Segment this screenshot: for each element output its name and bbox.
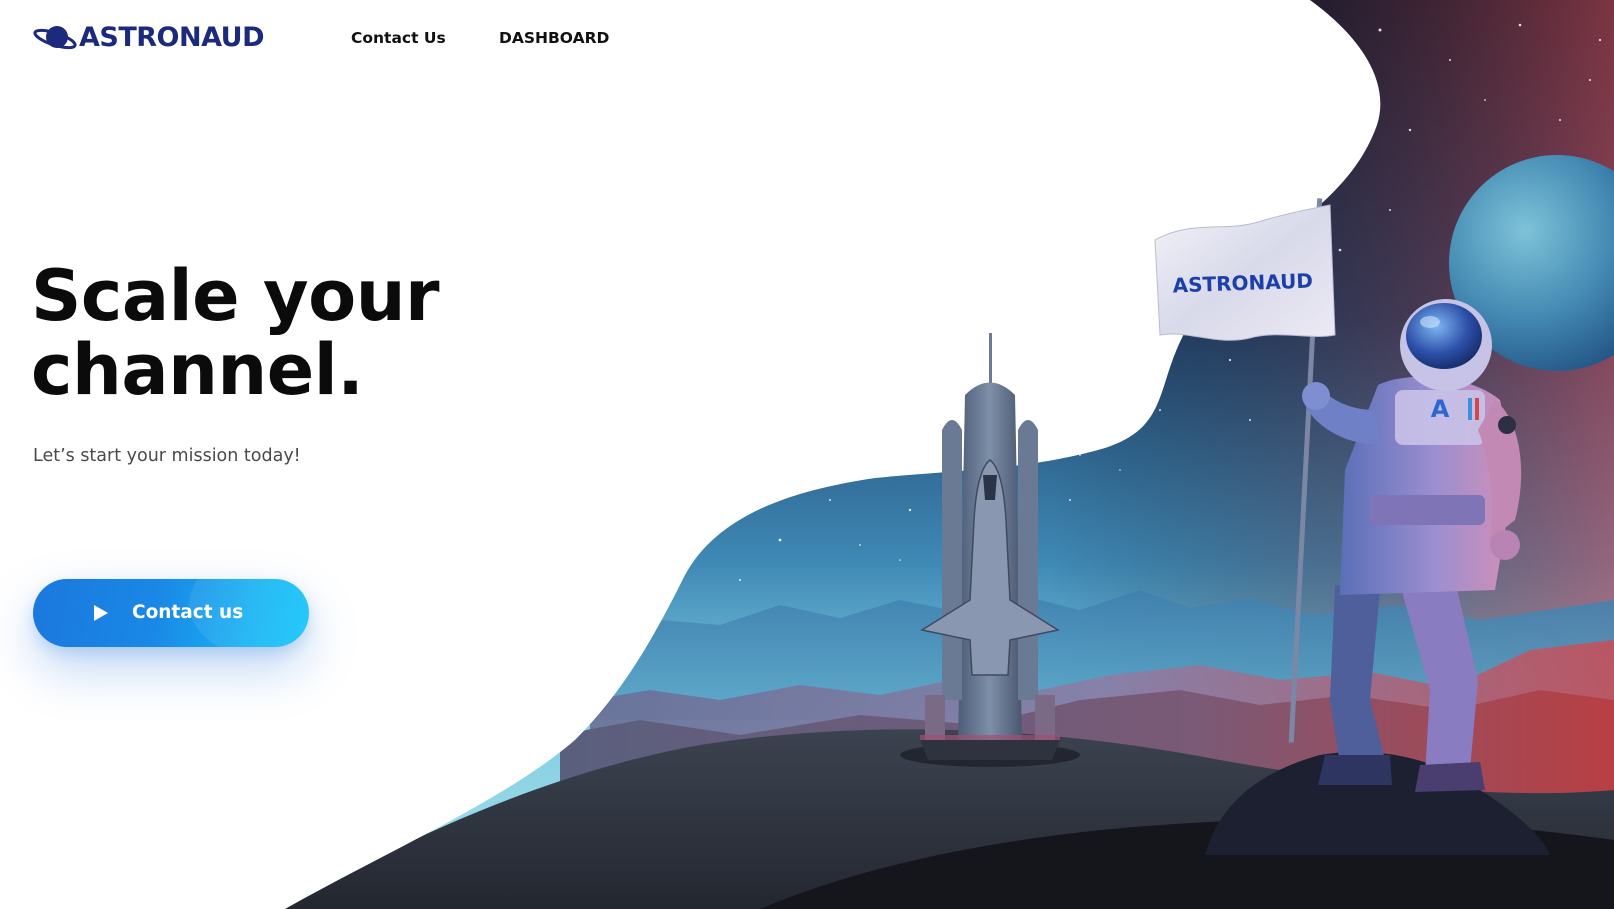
hero-title-line-2: channel. [31, 329, 364, 411]
hero-subtitle: Let’s start your mission today! [33, 446, 301, 466]
nav-contact-us-link[interactable]: Contact Us [351, 28, 446, 48]
nav-dashboard-link[interactable]: DASHBOARD [499, 28, 609, 48]
brand-name: ASTRONAUD [79, 22, 265, 53]
hero-title: Scale your channel. [31, 255, 440, 411]
brand-logo[interactable]: ASTRONAUD [33, 22, 265, 54]
hero-title-line-1: Scale your [31, 255, 440, 337]
contact-us-button-label: Contact us [132, 602, 244, 623]
play-icon [94, 605, 108, 621]
planet-ring-icon [33, 26, 77, 50]
suit-badge: A [1431, 395, 1450, 423]
landing-page: ASTRONAUD A ASTRONAUD Contact Us DASHBOA… [0, 0, 1614, 909]
contact-us-button[interactable]: Contact us [33, 579, 309, 647]
flag-text: ASTRONAUD [1172, 269, 1313, 298]
